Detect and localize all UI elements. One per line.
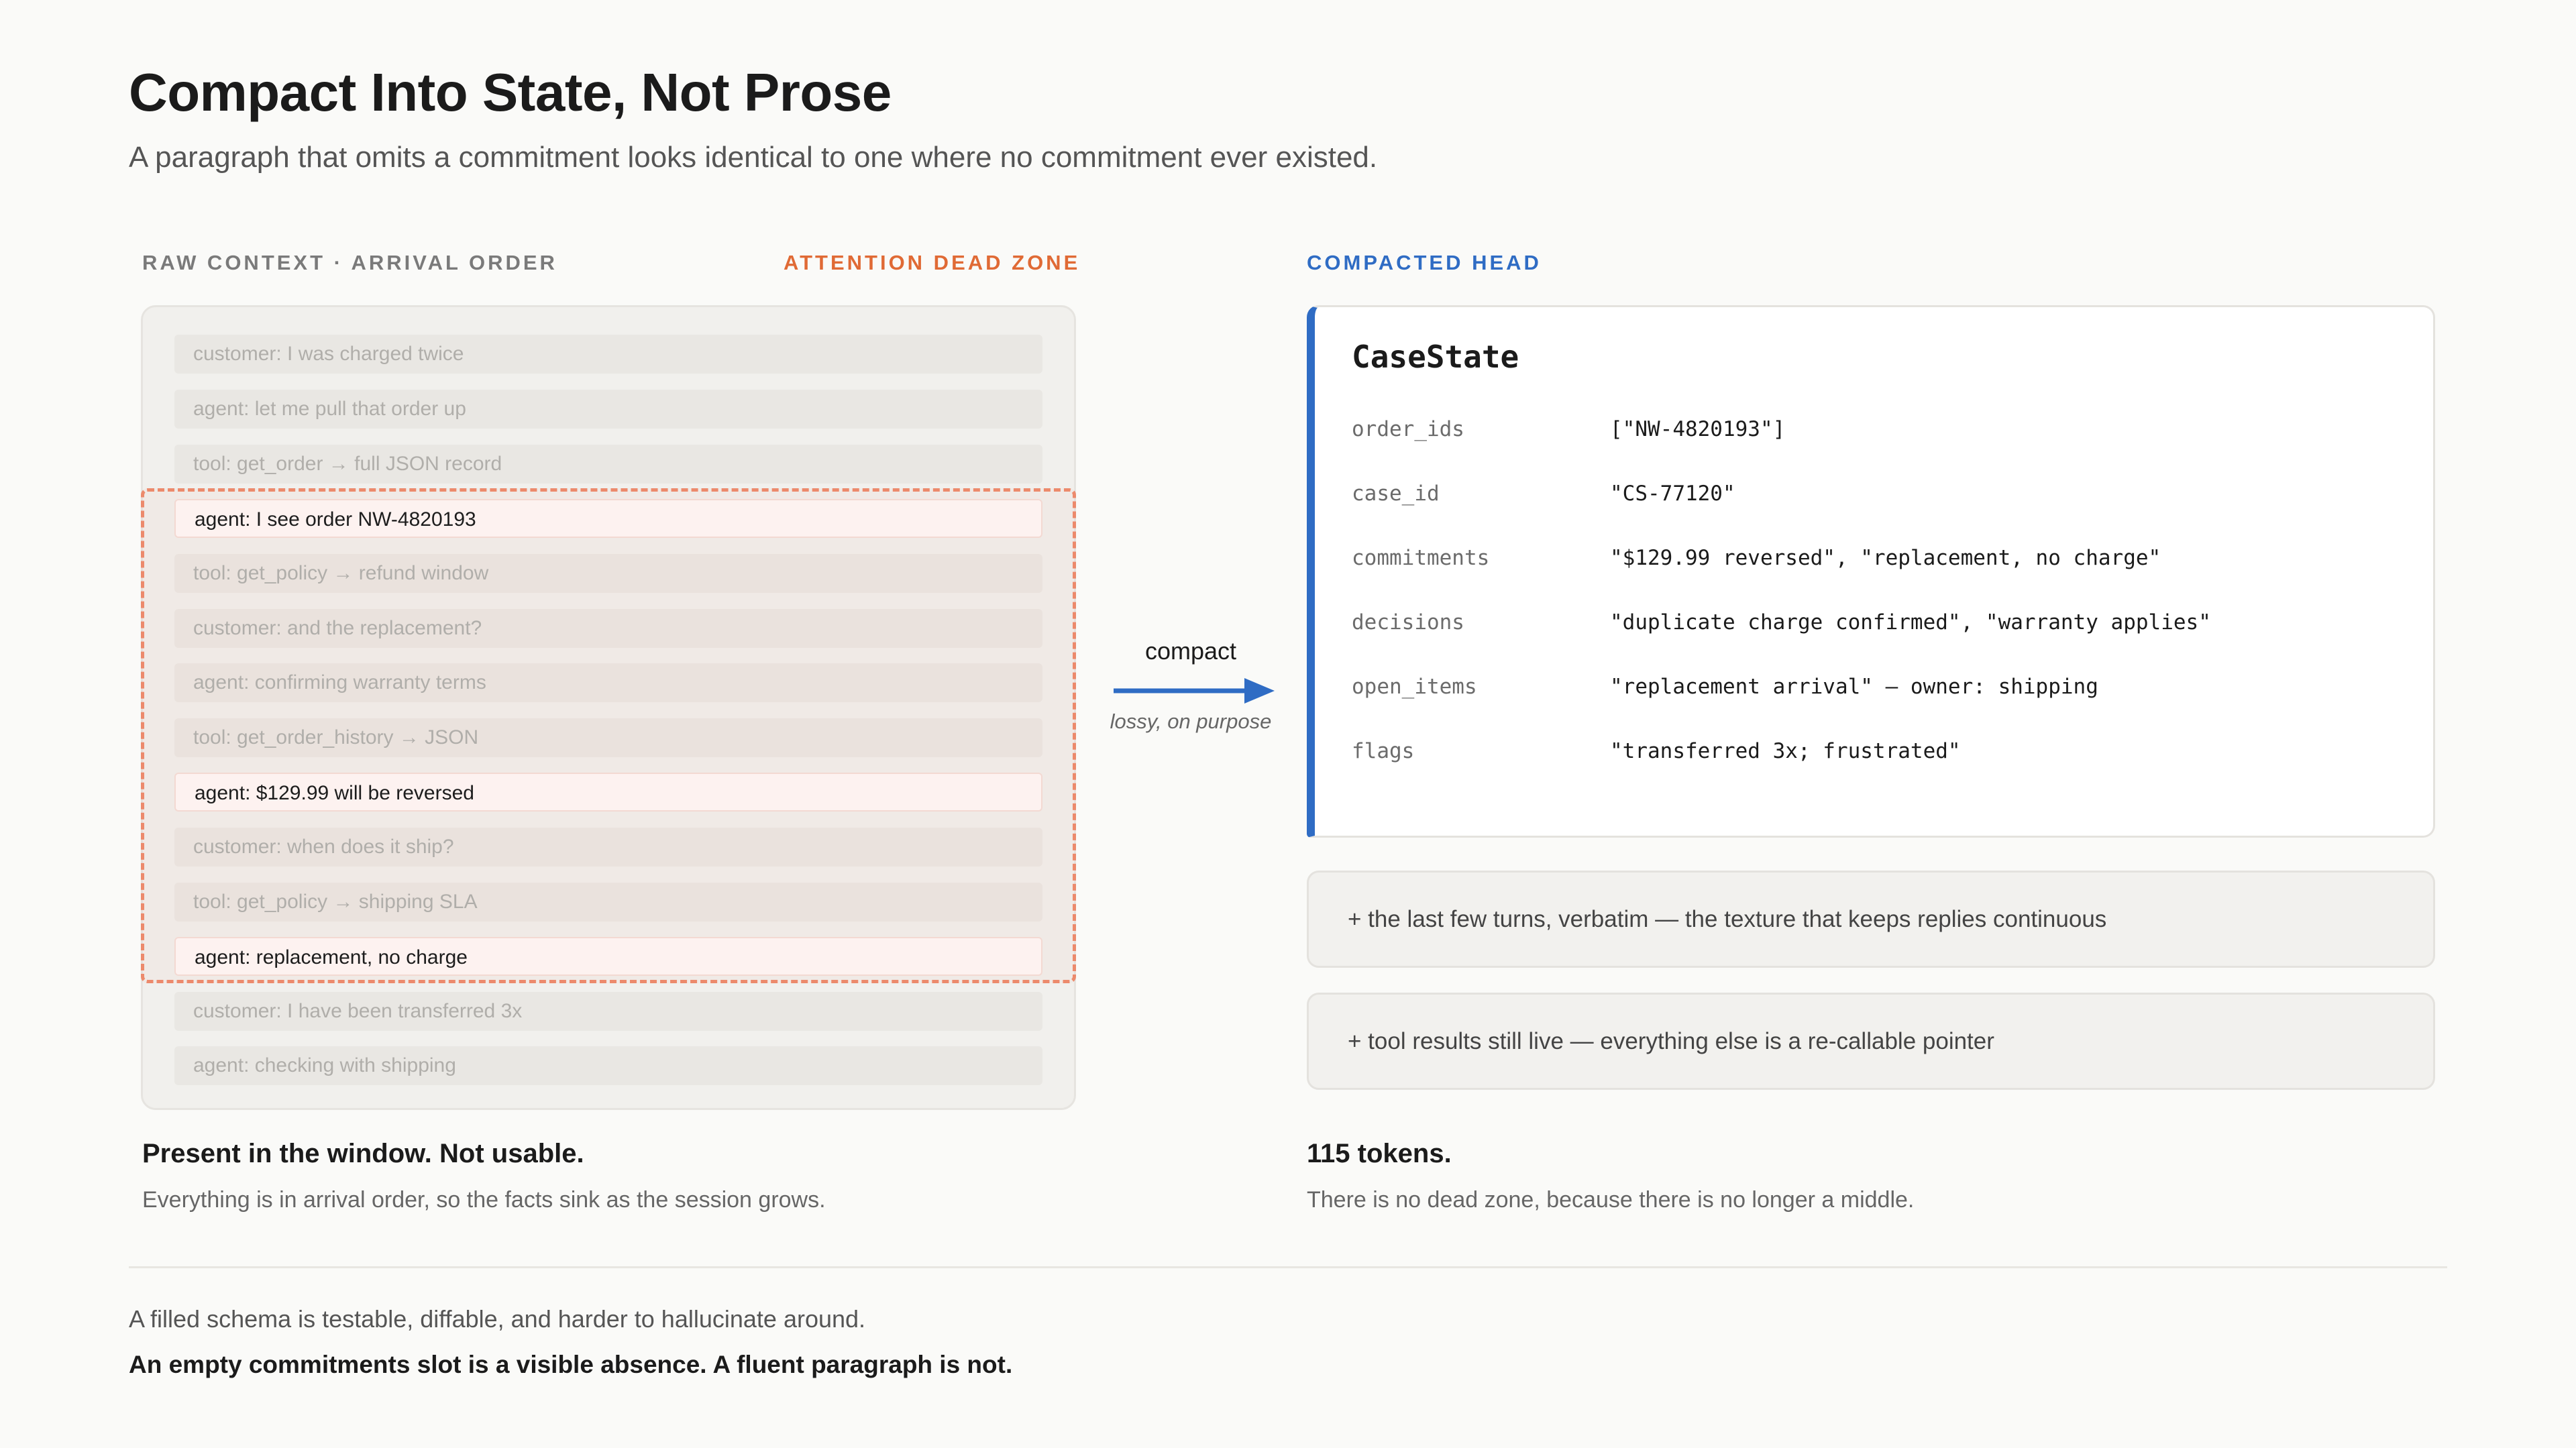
dead-zone-label: ATTENTION DEAD ZONE [784,251,1081,274]
left-caption-text: Everything is in arrival order, so the f… [142,1187,826,1213]
page-title: Compact Into State, Not Prose [129,62,892,122]
raw-row: agent: confirming warranty terms [174,663,1042,702]
tool-results-box: + tool results still live — everything e… [1307,993,2435,1090]
raw-row: tool: get_policy → shipping SLA [174,883,1042,922]
footer-line-2: An empty commitments slot is a visible a… [129,1351,1013,1378]
field-value-decisions: "duplicate charge confirmed", "warranty … [1610,610,2211,634]
compact-note: lossy, on purpose [1110,710,1272,733]
right-caption-text: There is no dead zone, because there is … [1307,1187,1915,1213]
field-key-open-items: open_items [1352,675,1477,699]
field-value-case-id: "CS-77120" [1610,482,1735,506]
compacted-head-label: COMPACTED HEAD [1307,251,1542,274]
raw-row: customer: I have been transferred 3x [174,992,1042,1031]
raw-context-label: RAW CONTEXT · ARRIVAL ORDER [142,251,557,274]
raw-row: tool: get_order_history → JSON [174,718,1042,757]
raw-row-highlighted: agent: replacement, no charge [174,937,1042,976]
page-subtitle: A paragraph that omits a commitment look… [129,141,1378,174]
raw-row: customer: when does it ship? [174,828,1042,867]
raw-row: tool: get_order → full JSON record [174,445,1042,484]
slide: Compact Into State, Not Prose A paragrap… [0,0,2576,1448]
raw-row: agent: let me pull that order up [174,390,1042,429]
raw-row-highlighted: agent: I see order NW-4820193 [174,499,1042,538]
compact-arrow-icon [1114,678,1275,704]
field-key-decisions: decisions [1352,610,1464,634]
field-key-commitments: commitments [1352,546,1490,570]
raw-row: customer: and the replacement? [174,609,1042,648]
field-value-flags: "transferred 3x; frustrated" [1610,739,1961,763]
right-caption-title: 115 tokens. [1307,1139,1452,1168]
footer-line-1: A filled schema is testable, diffable, a… [129,1305,866,1333]
verbatim-turns-box: + the last few turns, verbatim — the tex… [1307,871,2435,968]
divider [129,1266,2447,1268]
field-key-case-id: case_id [1352,482,1440,506]
raw-row: agent: checking with shipping [174,1046,1042,1085]
field-key-flags: flags [1352,739,1415,763]
case-state-title: CaseState [1352,339,1519,375]
raw-row: customer: I was charged twice [174,335,1042,374]
field-key-order-ids: order_ids [1352,417,1464,441]
field-value-open-items: "replacement arrival" — owner: shipping [1610,675,2098,699]
field-value-order-ids: ["NW-4820193"] [1610,417,1786,441]
compact-label: compact [1144,637,1237,665]
left-caption-title: Present in the window. Not usable. [142,1139,584,1168]
raw-row: tool: get_policy → refund window [174,554,1042,593]
raw-row-highlighted: agent: $129.99 will be reversed [174,773,1042,812]
field-value-commitments: "$129.99 reversed", "replacement, no cha… [1610,546,2161,570]
